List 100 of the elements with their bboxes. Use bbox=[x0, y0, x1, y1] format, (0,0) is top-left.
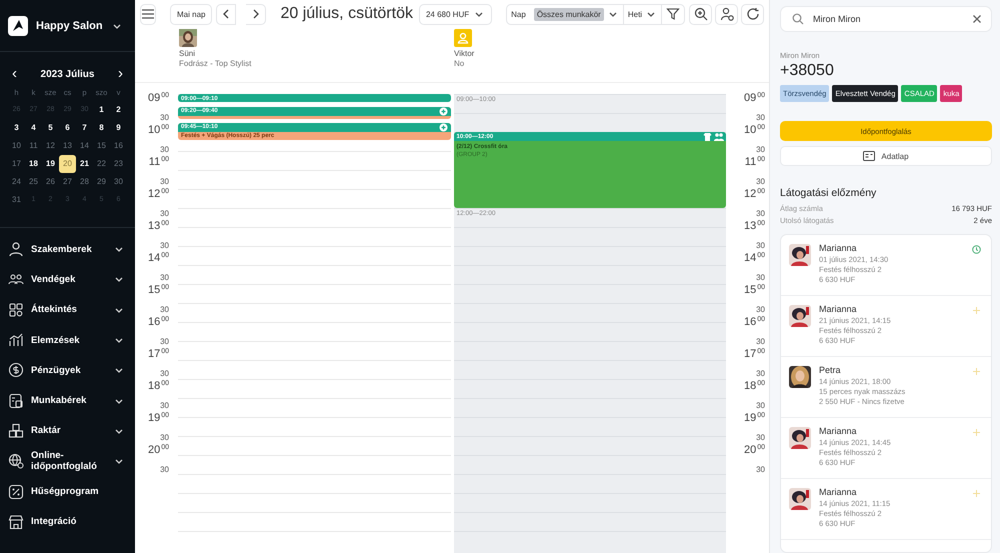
calendar-day[interactable]: 22 bbox=[93, 155, 110, 173]
calendar-day[interactable]: 25 bbox=[25, 173, 42, 191]
calendar-day[interactable]: 23 bbox=[110, 155, 127, 173]
calendar-day[interactable]: 15 bbox=[93, 137, 110, 155]
calendar-day[interactable]: 21 bbox=[76, 155, 93, 173]
refresh-button[interactable] bbox=[741, 4, 764, 24]
calendar-day[interactable]: 24 bbox=[8, 173, 25, 191]
store-icon bbox=[8, 514, 24, 530]
calendar-day[interactable]: 27 bbox=[59, 173, 76, 191]
hour-label: 10$^{00}$ bbox=[148, 123, 169, 137]
calendar-day[interactable]: 30 bbox=[110, 173, 127, 191]
calendar-day[interactable]: 3 bbox=[8, 119, 25, 137]
hour-label: 17$^{00}$ bbox=[148, 347, 169, 361]
hour-label: 12$^{00}$ bbox=[148, 187, 169, 201]
calendar-day[interactable]: 19 bbox=[42, 155, 59, 173]
calendar-day[interactable]: 8 bbox=[93, 119, 110, 137]
chevron-right-icon bbox=[252, 9, 260, 19]
calendar-day[interactable]: 26 bbox=[42, 173, 59, 191]
next-month-button[interactable]: › bbox=[114, 67, 127, 81]
menu-button[interactable] bbox=[140, 4, 156, 24]
dollar-coin-icon bbox=[8, 362, 24, 378]
search-icon bbox=[792, 13, 804, 25]
filter-icon bbox=[666, 7, 680, 21]
hour-label: 11$^{00}$ bbox=[744, 155, 765, 169]
half-hour-label: 30 bbox=[756, 465, 765, 474]
person-icon bbox=[8, 241, 24, 258]
plus-icon bbox=[972, 428, 981, 437]
calendar-day[interactable]: 4 bbox=[25, 119, 42, 137]
calendar-day[interactable]: 1 bbox=[93, 101, 110, 119]
id-card-icon bbox=[863, 151, 876, 161]
hour-label: 13$^{00}$ bbox=[744, 219, 765, 233]
calendar-day[interactable]: 2 bbox=[110, 101, 127, 119]
sidebar-item[interactable]: Szakemberek bbox=[0, 234, 135, 264]
calendar-day[interactable]: 13 bbox=[59, 137, 76, 155]
calendar-day[interactable]: 9 bbox=[110, 119, 127, 137]
staff-settings-button[interactable] bbox=[715, 4, 738, 24]
sidebar-item[interactable]: Áttekintés bbox=[0, 294, 135, 325]
close-icon bbox=[972, 14, 982, 24]
day-view-button[interactable]: Nap bbox=[507, 4, 530, 24]
calendar-day[interactable]: 5 bbox=[42, 119, 59, 137]
previous-day-button[interactable] bbox=[216, 4, 236, 24]
calendar-day[interactable]: 6 bbox=[59, 119, 76, 137]
calendar-day[interactable]: 16 bbox=[110, 137, 127, 155]
search-field[interactable]: Miron Miron bbox=[780, 6, 992, 32]
calendar-day[interactable]: 18 bbox=[25, 155, 42, 173]
sidebar-item[interactable]: Pénzügyek bbox=[0, 355, 135, 386]
person-gear-icon bbox=[720, 7, 734, 21]
calendar-day[interactable]: 11 bbox=[25, 137, 42, 155]
calendar-day[interactable]: 10 bbox=[8, 137, 25, 155]
calendar-day[interactable]: 14 bbox=[76, 137, 93, 155]
previous-month-button[interactable]: ‹ bbox=[8, 67, 21, 81]
hour-label: 18$^{00}$ bbox=[148, 379, 169, 393]
calendar-day[interactable]: 28 bbox=[76, 173, 93, 191]
hour-label: 12$^{00}$ bbox=[744, 187, 765, 201]
half-hour-label: 30 bbox=[160, 465, 169, 474]
today-button[interactable]: Mai nap bbox=[170, 4, 212, 24]
calendar-day[interactable]: 29 bbox=[93, 173, 110, 191]
clock-icon bbox=[972, 245, 981, 254]
calendar-day[interactable]: 17 bbox=[8, 155, 25, 173]
next-day-button[interactable] bbox=[246, 4, 266, 24]
staff-name: Süni bbox=[179, 49, 196, 58]
boxes-icon bbox=[8, 422, 24, 439]
half-hour-label: 30 bbox=[160, 177, 169, 186]
half-hour-label: 30 bbox=[160, 241, 169, 250]
half-hour-label: 30 bbox=[160, 273, 169, 282]
calendar-day[interactable]: 12 bbox=[42, 137, 59, 155]
sidebar-item[interactable]: Vendégek bbox=[0, 264, 135, 295]
grid-icon bbox=[8, 302, 24, 318]
visit-client-name: Marianna bbox=[819, 304, 858, 314]
revenue-dropdown[interactable]: 24 680 HUF bbox=[418, 4, 492, 24]
plus-circle-icon bbox=[438, 106, 448, 116]
visit-client-name: Marianna bbox=[819, 487, 858, 497]
hour-label: 09$^{00}$ bbox=[744, 91, 765, 105]
half-hour-label: 30 bbox=[756, 145, 765, 154]
hour-label: 16$^{00}$ bbox=[148, 315, 169, 329]
profile-button[interactable]: Adatlap bbox=[780, 146, 992, 166]
hour-label: 19$^{00}$ bbox=[744, 411, 765, 425]
sidebar-item[interactable]: Hűségprogram bbox=[0, 476, 135, 507]
staff-name: Viktor bbox=[454, 49, 474, 58]
clear-button[interactable] bbox=[972, 14, 982, 24]
half-hour-label: 30 bbox=[756, 113, 765, 122]
plus-icon bbox=[972, 306, 981, 315]
sidebar-item[interactable]: Online-időpontfoglaló bbox=[0, 446, 135, 476]
sidebar-item[interactable]: Integráció bbox=[0, 506, 135, 537]
people-icon bbox=[714, 132, 724, 141]
hour-label: 20$^{00}$ bbox=[148, 443, 169, 457]
hour-label: 17$^{00}$ bbox=[744, 347, 765, 361]
globe-icon bbox=[8, 453, 24, 470]
shirt-icon bbox=[703, 132, 713, 141]
calendar-day[interactable]: 7 bbox=[76, 119, 93, 137]
hour-label: 16$^{00}$ bbox=[744, 315, 765, 329]
hour-label: 14$^{00}$ bbox=[744, 251, 765, 265]
period-dropdown[interactable]: Heti bbox=[624, 4, 662, 24]
calendar-day[interactable]: 31 bbox=[8, 191, 25, 209]
plus-icon bbox=[972, 367, 981, 376]
sidebar-item[interactable]: Munkabérek bbox=[0, 385, 135, 416]
zoom-button[interactable] bbox=[689, 4, 712, 24]
half-hour-label: 30 bbox=[160, 433, 169, 442]
sidebar-item[interactable]: Raktár bbox=[0, 416, 135, 446]
sidebar-item[interactable]: Elemzések bbox=[0, 324, 135, 356]
